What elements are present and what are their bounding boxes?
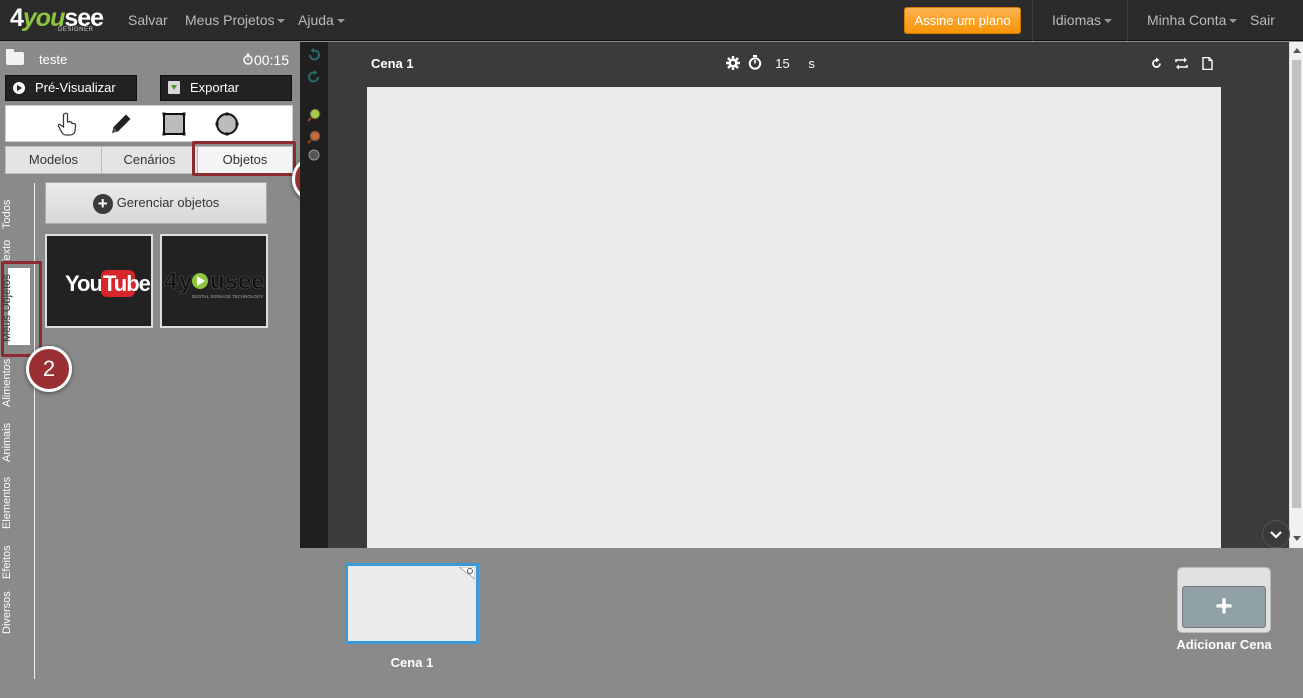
scene-duration-unit: s <box>808 56 815 71</box>
preview-button[interactable]: Pré-Visualizar <box>5 75 137 101</box>
swap-icon[interactable] <box>1175 57 1188 70</box>
my-projects-menu[interactable]: Meus Projetos <box>185 12 286 28</box>
save-link[interactable]: Salvar <box>128 12 168 28</box>
project-header: teste 00:15 <box>0 42 300 72</box>
step-marker-2: 2 <box>26 346 72 392</box>
manage-objects-button[interactable]: + Gerenciar objetos <box>45 182 267 224</box>
nav-divider <box>1127 0 1128 41</box>
circle-tool-icon[interactable] <box>214 111 240 137</box>
refresh-icon[interactable] <box>1150 57 1163 70</box>
project-duration: 00:15 <box>243 52 289 68</box>
play-icon <box>13 82 25 94</box>
stopwatch-icon <box>243 53 253 65</box>
4yousee-logo: 4 y usee DIGITAL SIGNAGE TECHNOLOGY <box>164 268 265 299</box>
scene-duration-controls: 15 s <box>726 55 815 71</box>
svg-text:usee: usee <box>210 268 265 295</box>
scrollbar-thumb[interactable] <box>1292 60 1301 508</box>
scene-thumbnail[interactable] <box>345 563 479 644</box>
pencil-icon[interactable] <box>108 111 134 137</box>
rectangle-tool-icon[interactable] <box>161 111 187 137</box>
scene-duration-value[interactable]: 15 <box>775 56 789 71</box>
scene-title: Cena 1 <box>371 56 414 71</box>
languages-menu[interactable]: Idiomas <box>1052 12 1113 28</box>
account-menu[interactable]: Minha Conta <box>1147 12 1238 28</box>
chevron-down-icon <box>1270 531 1282 539</box>
category-elements[interactable]: Elementos <box>1 472 30 529</box>
folder-icon[interactable] <box>6 49 24 65</box>
scroll-up-arrow-icon[interactable] <box>1293 48 1301 53</box>
tab-scenarios[interactable]: Cenários <box>102 147 198 173</box>
add-scene-button[interactable]: + <box>1177 567 1271 633</box>
export-button[interactable]: Exportar <box>160 75 292 101</box>
category-misc[interactable]: Diversos <box>1 587 30 634</box>
category-all[interactable]: Todos <box>1 189 30 229</box>
chevron-down-icon <box>1104 19 1113 24</box>
help-menu[interactable]: Ajuda <box>298 12 345 28</box>
svg-text:DIGITAL SIGNAGE TECHNOLOGY: DIGITAL SIGNAGE TECHNOLOGY <box>192 294 263 299</box>
new-page-icon[interactable] <box>1201 57 1214 70</box>
project-name: teste <box>39 52 68 67</box>
gear-icon[interactable] <box>726 56 740 70</box>
category-divider <box>34 183 35 679</box>
download-icon <box>168 81 180 94</box>
zoom-in-icon[interactable] <box>307 108 321 122</box>
category-animals[interactable]: Animais <box>1 417 30 462</box>
svg-text:Tube: Tube <box>103 271 151 296</box>
highlight-objects-tab <box>192 141 296 176</box>
chevron-down-icon <box>1229 19 1238 24</box>
zoom-reset-icon[interactable] <box>307 148 321 162</box>
stopwatch-icon <box>748 55 761 70</box>
redo-icon[interactable] <box>307 70 321 84</box>
chevron-down-icon <box>277 19 286 24</box>
undo-icon[interactable] <box>307 48 321 62</box>
zoom-out-icon[interactable] <box>307 130 321 144</box>
highlight-my-objects <box>1 261 42 357</box>
drawing-toolbar <box>5 105 293 142</box>
app-logo[interactable]: 4yousee DESIGNER <box>10 4 104 36</box>
svg-text:4: 4 <box>164 268 178 295</box>
hand-pointer-icon[interactable] <box>54 111 80 137</box>
svg-text:You: You <box>65 271 102 296</box>
add-scene-label[interactable]: Adicionar Cena <box>1164 637 1284 652</box>
svg-text:y: y <box>179 268 193 295</box>
scene-thumbnail-label: Cena 1 <box>390 655 434 670</box>
page-curl-icon <box>459 567 475 580</box>
nav-divider <box>1032 0 1033 41</box>
editor-side-toolbar <box>300 42 328 548</box>
scroll-down-arrow-icon[interactable] <box>1293 536 1301 541</box>
scene-editor: Cena 1 15 s <box>328 42 1289 548</box>
category-effects[interactable]: Efeitos <box>1 539 30 579</box>
youtube-logo: You Tube <box>65 270 152 297</box>
logout-link[interactable]: Sair <box>1250 12 1275 28</box>
collapse-timeline-button[interactable] <box>1262 520 1290 548</box>
scene-canvas[interactable] <box>367 87 1221 548</box>
editor-scrollbar[interactable] <box>1289 42 1303 548</box>
plus-icon: + <box>92 193 113 214</box>
object-thumb-4yousee[interactable]: 4 y usee DIGITAL SIGNAGE TECHNOLOGY <box>160 234 268 328</box>
top-navbar: 4yousee DESIGNER Salvar Meus Projetos Aj… <box>0 0 1303 41</box>
tab-models[interactable]: Modelos <box>6 147 102 173</box>
plus-icon: + <box>1182 586 1266 628</box>
object-thumb-youtube[interactable]: You Tube <box>45 234 153 328</box>
chevron-down-icon <box>336 19 345 24</box>
subscribe-plan-button[interactable]: Assine um plano <box>904 7 1021 34</box>
